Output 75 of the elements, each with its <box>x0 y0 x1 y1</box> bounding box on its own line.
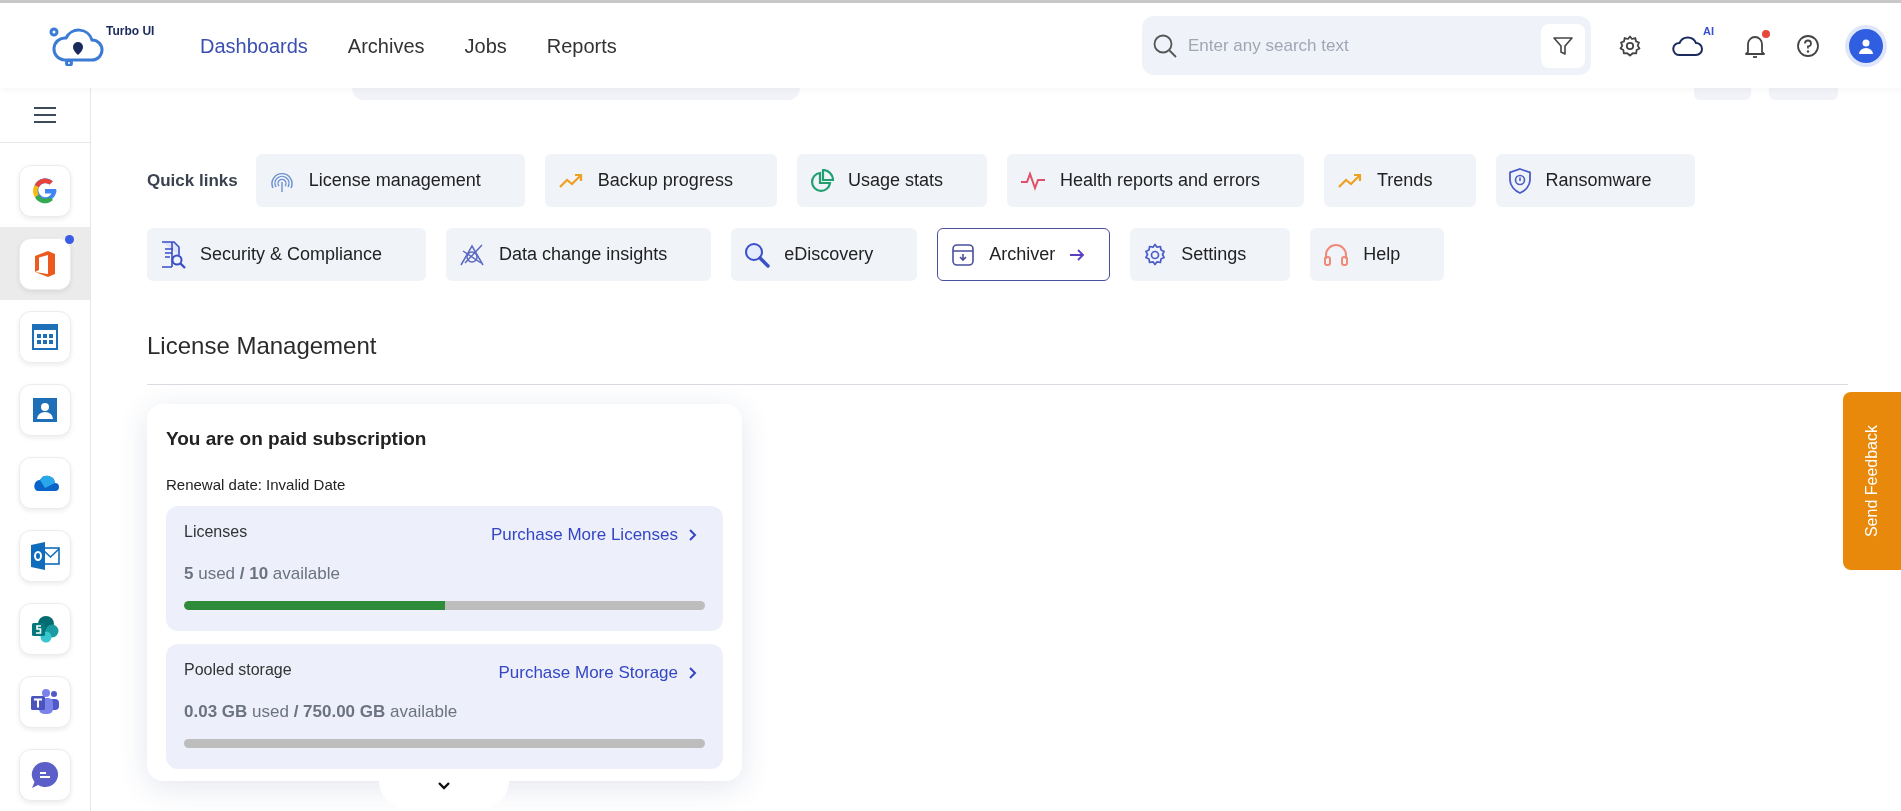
nav-tab[interactable]: Dashboards <box>200 30 308 61</box>
card-title: You are on paid subscription <box>166 427 428 451</box>
quick-link[interactable]: Backup progress <box>544 154 777 207</box>
quick-links-label: Quick links <box>147 169 238 192</box>
purchase-link[interactable]: Purchase More Licenses <box>490 522 697 548</box>
app-tile[interactable] <box>19 602 71 655</box>
document-search-icon <box>160 240 186 269</box>
app-tile[interactable] <box>19 529 71 582</box>
app-tile[interactable] <box>19 456 71 509</box>
app-tile[interactable] <box>19 748 71 801</box>
chat-bubble-icon <box>31 760 59 789</box>
search-box[interactable]: Enter any search text <box>1142 16 1591 75</box>
sharepoint-icon <box>31 614 59 643</box>
app-tile[interactable] <box>19 675 71 728</box>
cloud-icon <box>31 473 59 492</box>
headphones-icon <box>1323 242 1350 267</box>
app-tile[interactable] <box>19 383 71 436</box>
office-icon <box>33 249 57 278</box>
section-title: License Management <box>147 331 378 361</box>
quick-link[interactable]: Trends <box>1324 154 1477 207</box>
contact-card-icon <box>33 397 57 422</box>
nav-tab[interactable]: Archives <box>347 30 425 61</box>
magnifier-icon <box>744 241 771 268</box>
trending-up-icon <box>557 171 584 190</box>
ai-label: AI <box>1703 24 1714 38</box>
quick-link[interactable]: Archiver <box>937 228 1111 281</box>
usage-title: Pooled storage <box>184 660 292 680</box>
teams-icon <box>30 687 60 716</box>
quick-link[interactable]: Settings <box>1130 228 1291 281</box>
settings-icon <box>1143 242 1168 267</box>
help-icon <box>1796 33 1820 58</box>
arrow-right-icon <box>1069 247 1086 262</box>
usage-text: 0.03 GB used / 750.00 GB available <box>184 700 459 723</box>
quick-link[interactable]: Security & Compliance <box>147 228 427 281</box>
quick-link[interactable]: Health reports and errors <box>1006 154 1305 207</box>
app-tile[interactable] <box>19 164 71 217</box>
usage-title: Licenses <box>184 522 248 542</box>
shield-icon <box>1509 167 1532 194</box>
filter-button[interactable] <box>1541 23 1585 68</box>
cloud-ai-button[interactable]: AI <box>1671 24 1714 59</box>
app-tile[interactable] <box>19 237 71 290</box>
quick-link[interactable]: Usage stats <box>796 154 987 207</box>
chevron-right-icon <box>688 527 697 542</box>
usage-text: 5 used / 10 available <box>184 562 341 585</box>
quick-link[interactable]: Ransomware <box>1496 154 1696 207</box>
chart-lines-icon <box>459 242 486 267</box>
quick-link[interactable]: Help <box>1310 228 1445 281</box>
brand-name: Turbo UI <box>106 22 155 40</box>
settings-icon <box>1618 33 1642 58</box>
help-button[interactable] <box>1796 33 1820 58</box>
nav-tab[interactable]: Reports <box>546 30 617 61</box>
settings-button[interactable] <box>1618 33 1642 58</box>
purchase-link[interactable]: Purchase More Storage <box>498 660 697 686</box>
menu-button[interactable] <box>32 105 58 125</box>
chevron-down-icon <box>436 781 452 791</box>
renewal-date: Renewal date: Invalid Date <box>166 474 347 495</box>
notifications-button[interactable] <box>1743 32 1767 59</box>
trending-up-icon <box>1337 171 1364 190</box>
cloud-logo-icon <box>48 25 106 66</box>
calendar-icon <box>32 323 58 350</box>
chevron-right-icon <box>688 665 697 680</box>
mail-icon <box>30 541 60 570</box>
archive-box-icon <box>951 242 976 267</box>
app-tile[interactable] <box>19 310 71 363</box>
cloud-icon <box>1671 34 1703 57</box>
filter-icon <box>1552 34 1574 57</box>
nav-tab[interactable]: Jobs <box>464 30 507 61</box>
search-field[interactable]: Enter any search text <box>1188 32 1541 59</box>
menu-icon <box>32 105 58 125</box>
quick-link[interactable]: Data change insights <box>446 228 712 281</box>
pie-chart-icon <box>809 168 834 193</box>
quick-link[interactable]: License management <box>255 154 525 207</box>
pulse-icon <box>1019 170 1046 191</box>
search-icon <box>1152 32 1178 59</box>
quick-link[interactable]: eDiscovery <box>731 228 918 281</box>
